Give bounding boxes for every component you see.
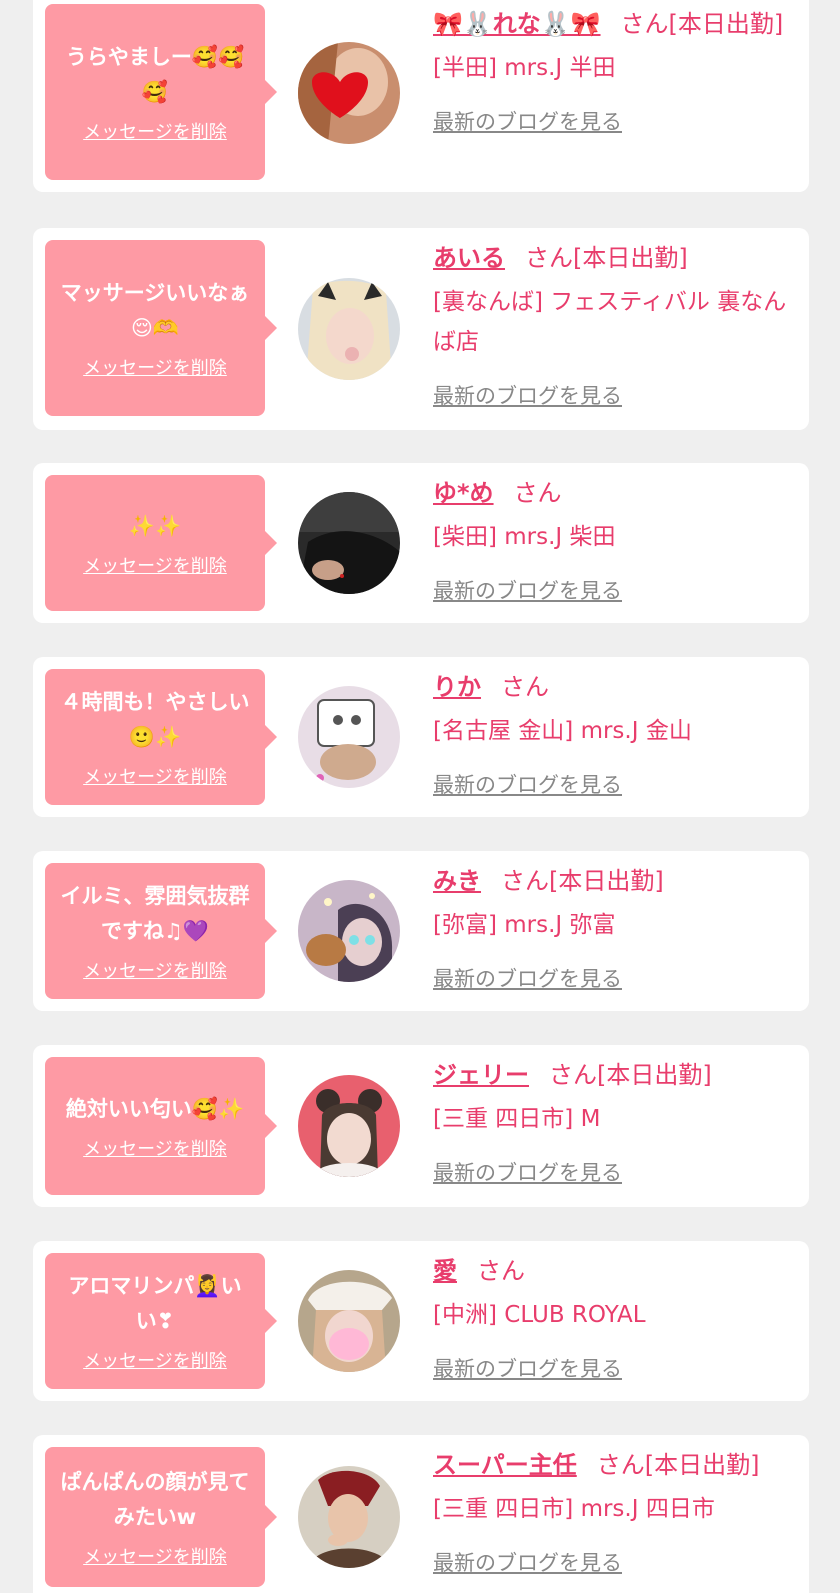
honorific-status: さん [513,479,562,507]
message-text: マッサージいいなぁ😌🫶 [60,281,250,340]
cast-info: みき さん[本日出勤] [弥富] mrs.J 弥富 最新のブログを見る [433,861,789,993]
avatar[interactable] [298,1466,400,1568]
message-text: 絶対いい匂い🥰✨ [65,1096,245,1121]
message-text: ４時間も！やさしい🙂✨ [60,690,250,749]
name-line: あいる さん[本日出勤] [433,238,789,278]
message-card: イルミ、雰囲気抜群ですね♫💜 メッセージを削除 みき さん[本日出勤] [弥富] … [33,851,809,1011]
avatar[interactable] [298,492,400,594]
cast-name-link[interactable]: みき [433,867,481,895]
avatar[interactable] [298,880,400,982]
avatar-photo [298,42,400,144]
honorific-status: さん[本日出勤] [620,10,784,38]
delete-message-link[interactable]: メッセージを削除 [83,552,227,578]
message-card: アロマリンパ💆‍♀️いい❣ メッセージを削除 愛さん [中洲] CLUB ROY… [33,1241,809,1401]
honorific-status: さん[本日出勤] [596,1451,760,1479]
latest-blog-link[interactable]: 最新のブログを見る [433,1157,622,1187]
latest-blog-link[interactable]: 最新のブログを見る [433,1353,622,1383]
message-text: アロマリンパ💆‍♀️いい❣ [68,1274,242,1333]
name-line: みき さん[本日出勤] [433,861,789,901]
message-bubble: アロマリンパ💆‍♀️いい❣ メッセージを削除 [45,1253,277,1389]
name-line: りか さん [433,667,789,707]
avatar[interactable] [298,42,400,144]
delete-message-link[interactable]: メッセージを削除 [83,1135,227,1161]
shop-name: [三重 四日市] mrs.J 四日市 [433,1496,715,1522]
avatar-photo [298,686,400,788]
message-bubble: ✨✨ メッセージを削除 [45,475,277,611]
delete-message-link[interactable]: メッセージを削除 [83,1543,227,1569]
message-card: マッサージいいなぁ😌🫶 メッセージを削除 あいる さん[本日出勤] [裏なんば] … [33,228,809,430]
message-bubble: 絶対いい匂い🥰✨ メッセージを削除 [45,1057,277,1195]
message-bubble: マッサージいいなぁ😌🫶 メッセージを削除 [45,240,277,416]
message-bubble: うらやましー🥰🥰🥰 メッセージを削除 [45,4,277,180]
shop-name: [裏なんば] フェスティバル 裏なんば店 [433,289,787,355]
honorific-status: さん [477,1257,525,1285]
shop-name: [名古屋 金山] mrs.J 金山 [433,718,692,744]
message-card: 絶対いい匂い🥰✨ メッセージを削除 ジェリー さん[本日出勤] [三重 四日市] … [33,1045,809,1207]
avatar-photo [298,880,400,982]
latest-blog-link[interactable]: 最新のブログを見る [433,575,622,605]
shop-name: [三重 四日市] M [433,1106,601,1132]
delete-message-link[interactable]: メッセージを削除 [83,118,227,144]
avatar-photo [298,1270,400,1372]
name-line: 🎀🐰れな🐰🎀 さん[本日出勤] [433,4,789,44]
cast-info: 愛さん [中洲] CLUB ROYAL 最新のブログを見る [433,1251,789,1383]
avatar-photo [298,278,400,380]
cast-name-link[interactable]: スーパー主任 [433,1451,577,1479]
avatar[interactable] [298,686,400,788]
shop-name: [弥富] mrs.J 弥富 [433,912,616,938]
avatar[interactable] [298,278,400,380]
latest-blog-link[interactable]: 最新のブログを見る [433,380,622,410]
message-card: うらやましー🥰🥰🥰 メッセージを削除 🎀🐰れな🐰🎀 さん[本日出勤] [半田] m… [33,0,809,192]
avatar-photo [298,1466,400,1568]
message-card: ぱんぱんの顔が見てみたいw メッセージを削除 スーパー主任 さん[本日出勤] [三… [33,1435,809,1593]
message-text: イルミ、雰囲気抜群ですね♫💜 [60,884,250,943]
avatar[interactable] [298,1270,400,1372]
message-text: ぱんぱんの顔が見てみたいw [60,1470,250,1529]
cast-name-link[interactable]: ゆ*め [433,479,494,507]
cast-info: 🎀🐰れな🐰🎀 さん[本日出勤] [半田] mrs.J 半田 最新のブログを見る [433,4,789,136]
cast-name-link[interactable]: あいる [433,244,505,272]
message-text: うらやましー🥰🥰🥰 [65,45,245,104]
message-bubble: ４時間も！やさしい🙂✨ メッセージを削除 [45,669,277,805]
message-card: ✨✨ メッセージを削除 ゆ*め さん [柴田] mrs.J 柴田 最新のブログを見… [33,463,809,623]
message-list: うらやましー🥰🥰🥰 メッセージを削除 🎀🐰れな🐰🎀 さん[本日出勤] [半田] m… [0,0,840,1593]
shop-name: [柴田] mrs.J 柴田 [433,524,616,550]
honorific-status: さん[本日出勤] [549,1061,712,1089]
avatar[interactable] [298,1075,400,1177]
message-bubble: ぱんぱんの顔が見てみたいw メッセージを削除 [45,1447,277,1587]
cast-info: あいる さん[本日出勤] [裏なんば] フェスティバル 裏なんば店 最新のブログを… [433,238,789,410]
delete-message-link[interactable]: メッセージを削除 [83,957,227,983]
message-text: ✨✨ [128,513,182,538]
shop-name: [中洲] CLUB ROYAL [433,1302,646,1328]
cast-name-link[interactable]: 🎀🐰れな🐰🎀 [433,10,601,38]
delete-message-link[interactable]: メッセージを削除 [83,354,227,380]
delete-message-link[interactable]: メッセージを削除 [83,763,227,789]
latest-blog-link[interactable]: 最新のブログを見る [433,769,622,799]
name-line: スーパー主任 さん[本日出勤] [433,1445,789,1485]
latest-blog-link[interactable]: 最新のブログを見る [433,1547,622,1577]
latest-blog-link[interactable]: 最新のブログを見る [433,106,622,136]
name-line: ジェリー さん[本日出勤] [433,1055,789,1095]
honorific-status: さん[本日出勤] [501,867,664,895]
cast-info: スーパー主任 さん[本日出勤] [三重 四日市] mrs.J 四日市 最新のブログ… [433,1445,789,1577]
cast-name-link[interactable]: 愛 [433,1257,457,1285]
honorific-status: さん [501,673,549,701]
message-bubble: イルミ、雰囲気抜群ですね♫💜 メッセージを削除 [45,863,277,999]
honorific-status: さん[本日出勤] [525,244,688,272]
cast-info: りか さん [名古屋 金山] mrs.J 金山 最新のブログを見る [433,667,789,799]
avatar-photo [298,492,400,594]
delete-message-link[interactable]: メッセージを削除 [83,1347,227,1373]
name-line: 愛さん [433,1251,789,1291]
avatar-photo [298,1075,400,1177]
cast-name-link[interactable]: りか [433,673,481,701]
cast-info: ゆ*め さん [柴田] mrs.J 柴田 最新のブログを見る [433,473,789,605]
name-line: ゆ*め さん [433,473,789,513]
cast-info: ジェリー さん[本日出勤] [三重 四日市] M 最新のブログを見る [433,1055,789,1187]
message-card: ４時間も！やさしい🙂✨ メッセージを削除 りか さん [名古屋 金山] mrs.J… [33,657,809,817]
shop-name: [半田] mrs.J 半田 [433,55,616,81]
latest-blog-link[interactable]: 最新のブログを見る [433,963,622,993]
cast-name-link[interactable]: ジェリー [433,1061,529,1089]
